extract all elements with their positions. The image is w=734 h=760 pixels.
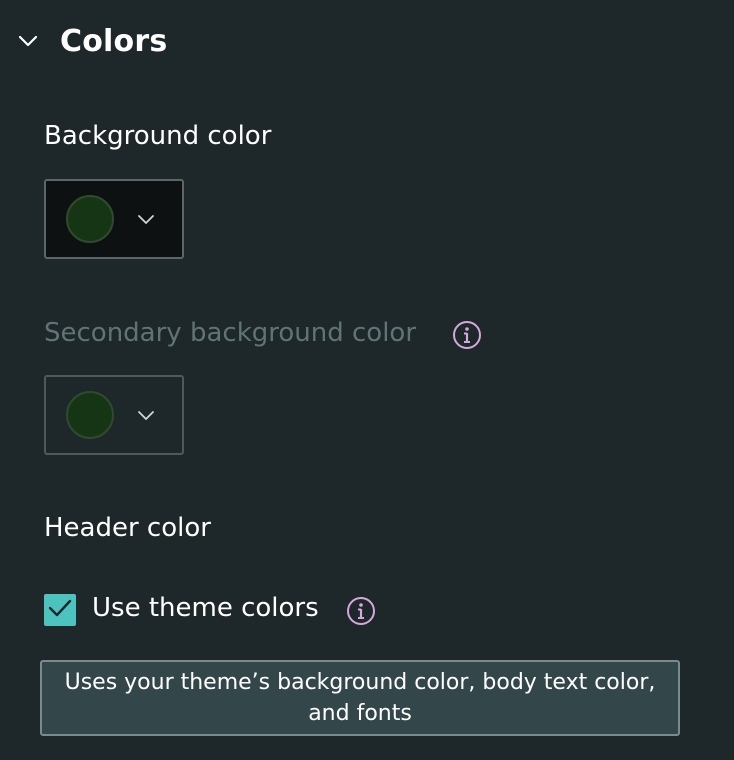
colors-section-header[interactable]: Colors (14, 18, 167, 64)
section-title: Colors (60, 23, 168, 59)
info-icon[interactable] (452, 320, 482, 350)
colors-settings-panel: Colors Background color Secondary backgr… (0, 0, 734, 760)
background-color-picker[interactable] (44, 179, 184, 259)
chevron-down-icon (136, 405, 156, 425)
secondary-background-color-picker[interactable] (44, 375, 184, 455)
chevron-down-icon (136, 209, 156, 229)
background-color-label: Background color (44, 121, 272, 151)
chevron-down-icon (14, 27, 42, 55)
background-color-swatch (66, 195, 114, 243)
tooltip-text: Uses your theme’s background color, body… (64, 670, 656, 726)
secondary-background-color-label: Secondary background color (44, 318, 417, 348)
info-icon[interactable] (346, 596, 376, 626)
use-theme-colors-label[interactable]: Use theme colors (92, 592, 319, 624)
theme-colors-tooltip: Uses your theme’s background color, body… (40, 660, 680, 736)
use-theme-colors-checkbox[interactable] (44, 594, 76, 626)
header-color-label: Header color (44, 513, 211, 543)
checkmark-icon (47, 597, 73, 623)
secondary-background-color-swatch (66, 391, 114, 439)
